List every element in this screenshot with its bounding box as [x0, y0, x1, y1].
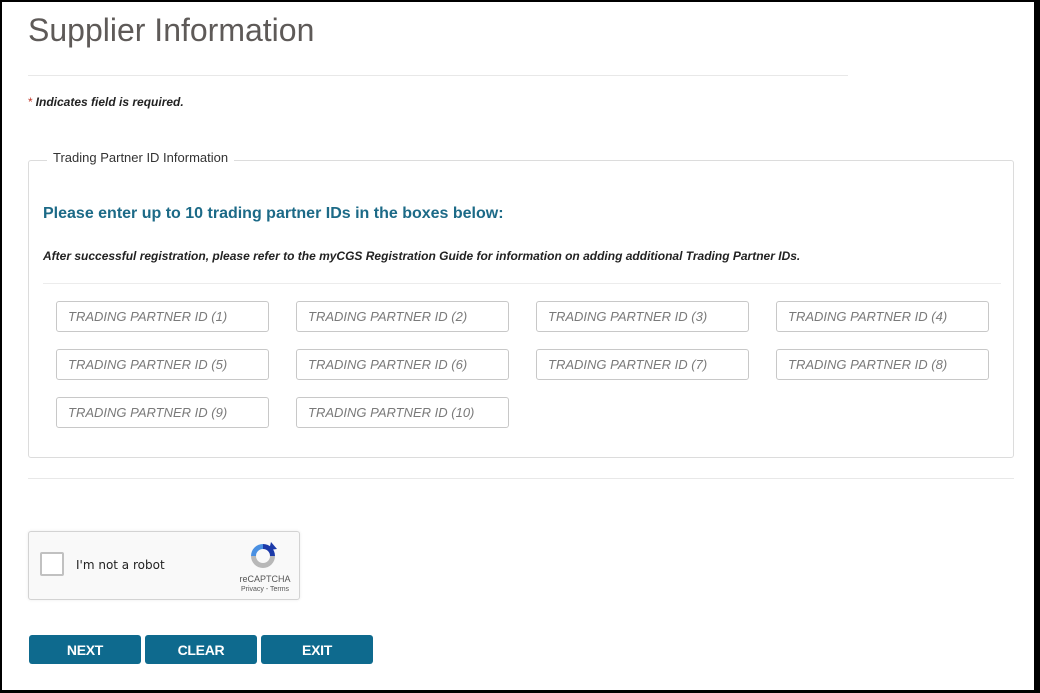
required-star: * — [28, 95, 33, 109]
section-divider — [43, 283, 1001, 284]
trading-partner-fieldset: Trading Partner ID Information Please en… — [28, 150, 1014, 458]
sub-instruction: After successful registration, please re… — [43, 249, 801, 263]
trading-partner-id-5-input[interactable] — [56, 349, 269, 380]
trading-partner-id-6-input[interactable] — [296, 349, 509, 380]
trading-partner-id-1-input[interactable] — [56, 301, 269, 332]
form-divider — [28, 478, 1014, 479]
action-buttons: NEXT CLEAR EXIT — [29, 635, 373, 664]
trading-partner-id-8-input[interactable] — [776, 349, 989, 380]
supplier-information-page: Supplier Information * Indicates field is… — [2, 2, 1034, 690]
title-divider — [28, 75, 848, 76]
recaptcha-terms-link[interactable]: Terms — [270, 586, 289, 593]
recaptcha-brand: reCAPTCHA — [239, 574, 291, 584]
instruction-heading: Please enter up to 10 trading partner ID… — [43, 205, 504, 222]
next-button[interactable]: NEXT — [29, 635, 141, 664]
trading-partner-id-2-input[interactable] — [296, 301, 509, 332]
recaptcha-widget: I'm not a robot reCAPTCHA Privacy - Term… — [28, 531, 300, 600]
clear-button[interactable]: CLEAR — [145, 635, 257, 664]
trading-partner-id-10-input[interactable] — [296, 397, 509, 428]
trading-partner-id-4-input[interactable] — [776, 301, 989, 332]
page-title: Supplier Information — [28, 12, 315, 48]
fieldset-legend: Trading Partner ID Information — [47, 150, 235, 165]
recaptcha-links: Privacy - Terms — [233, 586, 297, 593]
trading-partner-id-3-input[interactable] — [536, 301, 749, 332]
trading-partner-id-9-input[interactable] — [56, 397, 269, 428]
required-note: * Indicates field is required. — [28, 95, 184, 109]
recaptcha-checkbox[interactable] — [40, 552, 64, 576]
trading-partner-id-7-input[interactable] — [536, 349, 749, 380]
recaptcha-logo-icon — [251, 542, 277, 568]
exit-button[interactable]: EXIT — [261, 635, 373, 664]
required-note-text: Indicates field is required. — [35, 95, 184, 109]
recaptcha-label: I'm not a robot — [76, 558, 165, 572]
recaptcha-privacy-link[interactable]: Privacy — [241, 586, 264, 593]
trading-partner-grid — [56, 301, 996, 428]
